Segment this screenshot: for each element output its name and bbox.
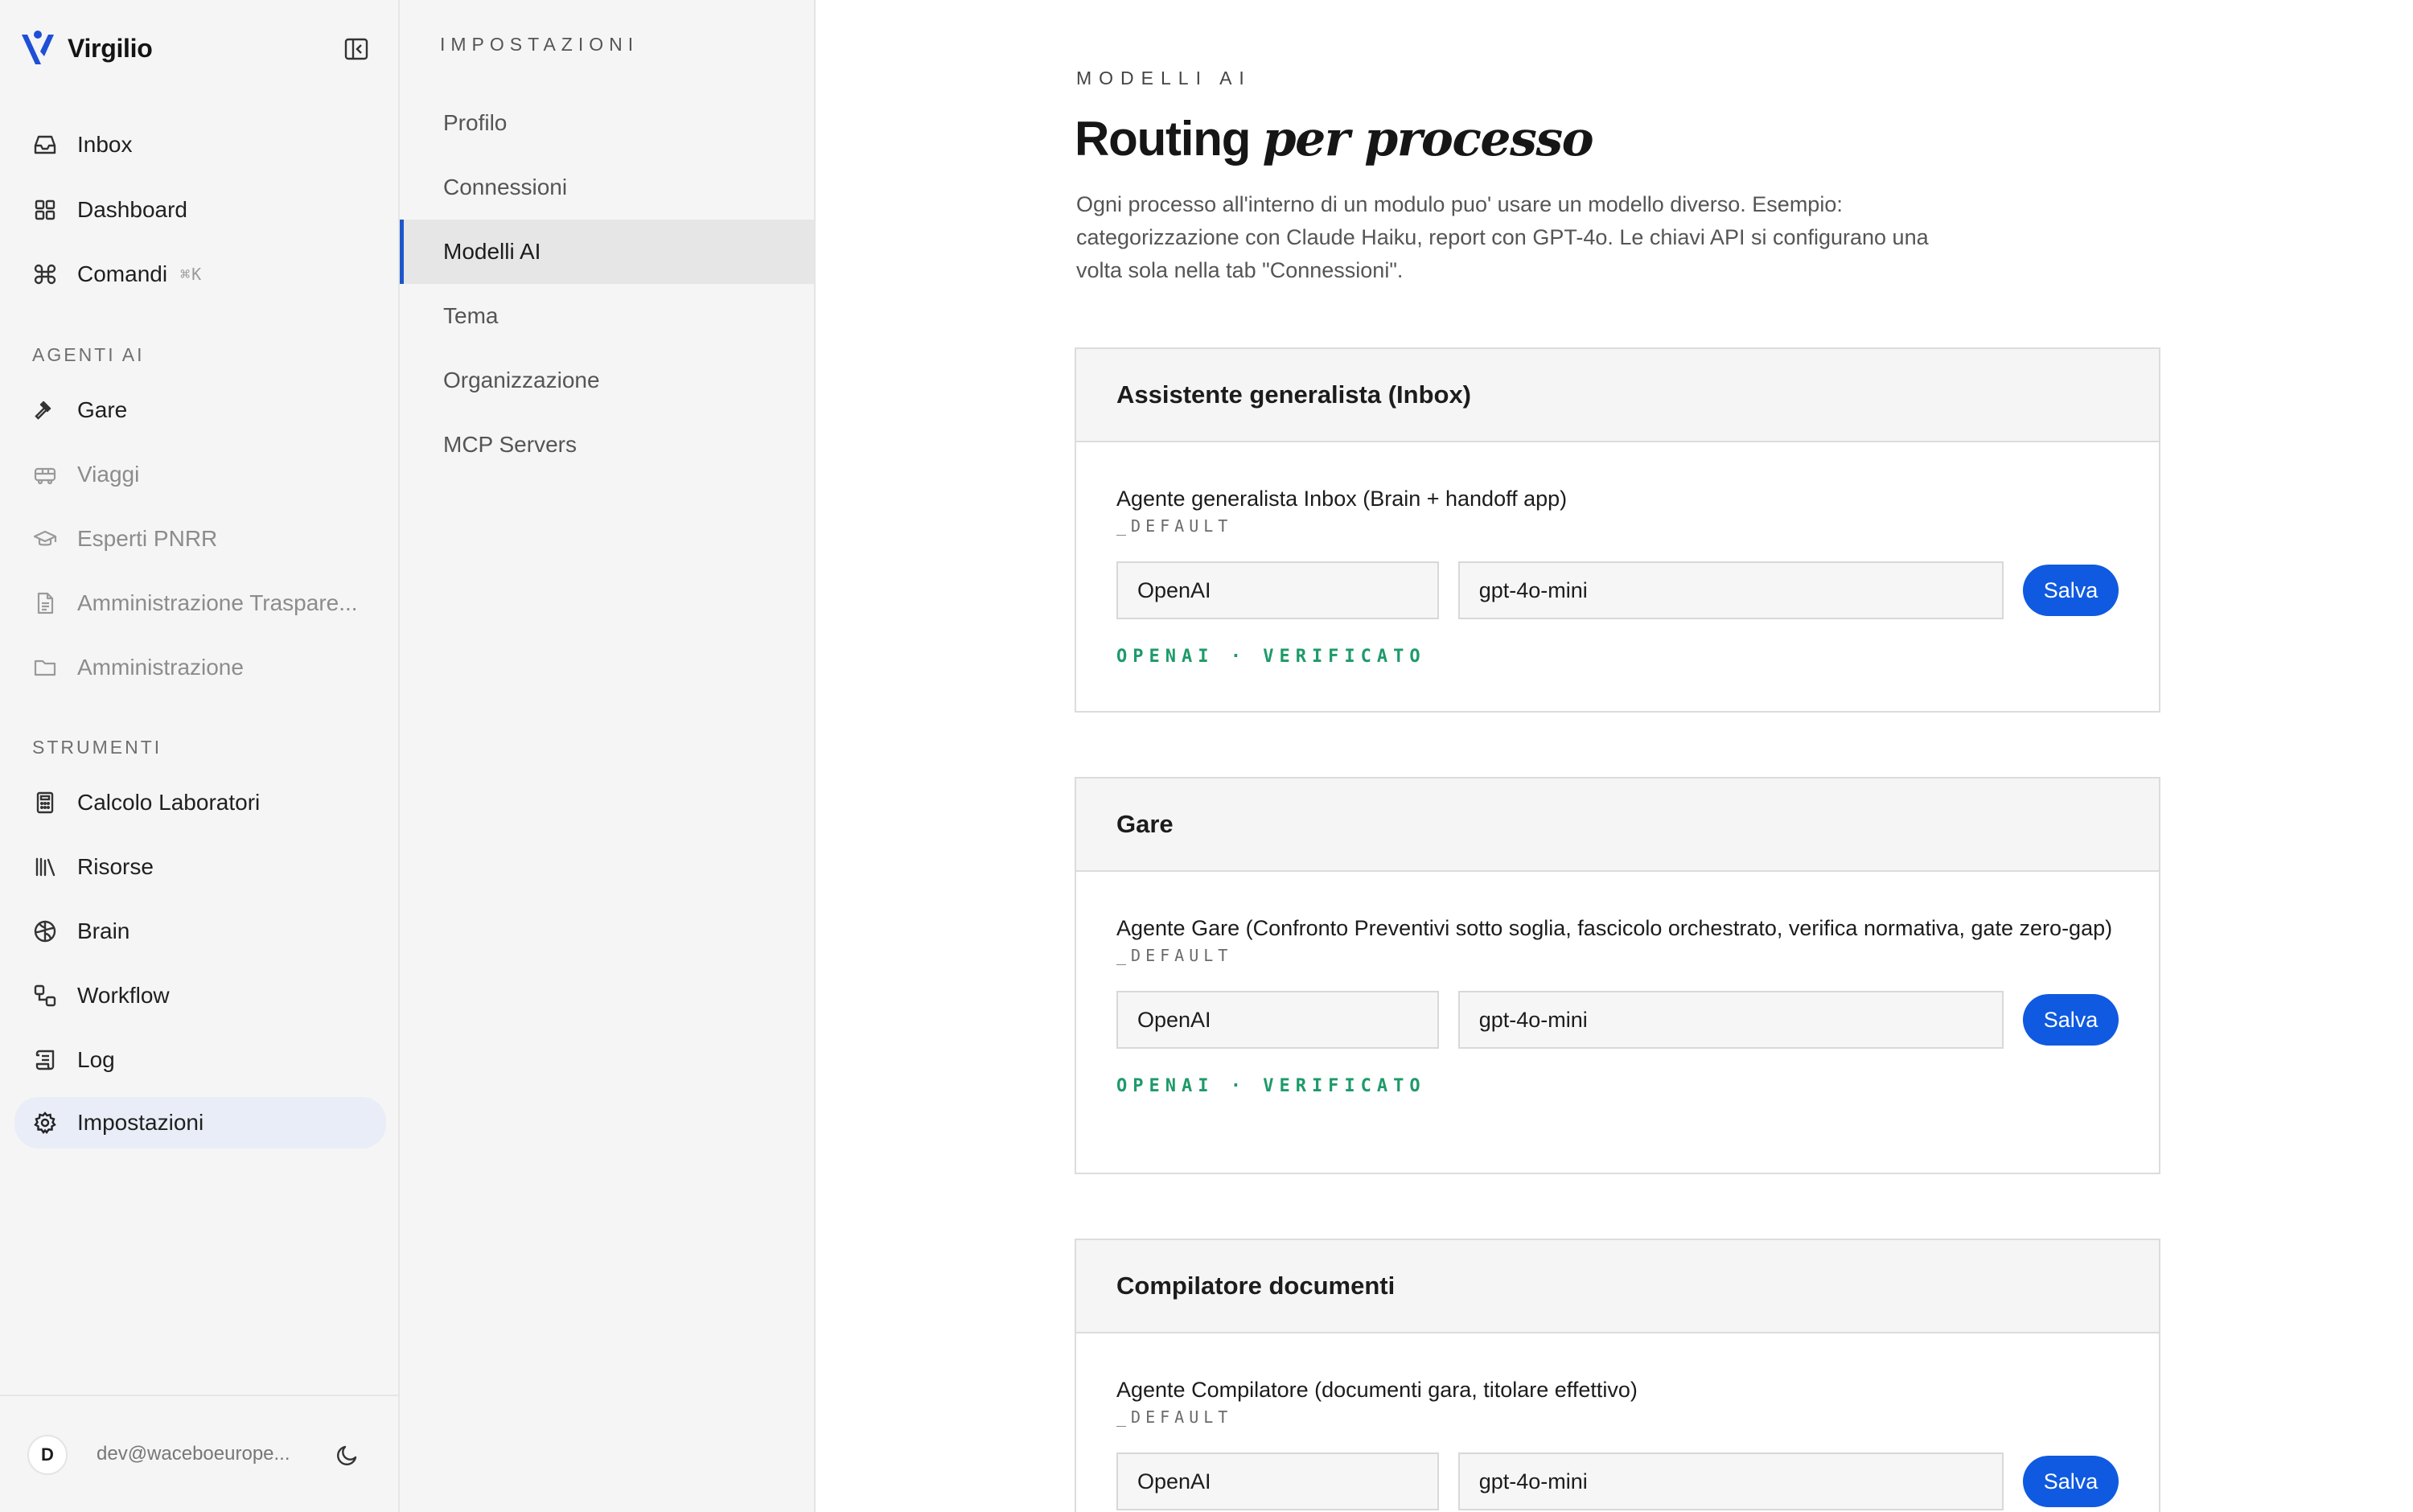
scroll-icon: [32, 1047, 58, 1073]
sidebar-item-label: Amministrazione: [77, 655, 244, 680]
brand[interactable]: Virgilio: [19, 26, 153, 71]
sidebar-item-label: Gare: [77, 397, 128, 422]
agent-key: _DEFAULT: [1116, 946, 1233, 965]
keyboard-shortcut: ⌘K: [180, 265, 203, 284]
section-label-tools: STRUMENTI: [32, 737, 162, 758]
sidebar-item-risorse[interactable]: Risorse: [14, 841, 384, 893]
theme-toggle-button[interactable]: [333, 1440, 362, 1469]
graduation-cap-icon: [32, 526, 58, 552]
provider-select[interactable]: OpenAI: [1116, 991, 1439, 1049]
sidebar-item-inbox[interactable]: Inbox: [14, 119, 384, 171]
sidebar-item-label: Amministrazione Traspare...: [77, 590, 358, 615]
card-title: Assistente generalista (Inbox): [1076, 349, 2159, 442]
avatar[interactable]: D: [27, 1435, 68, 1475]
gear-icon: [32, 1110, 58, 1136]
model-selector-row: OpenAI gpt-4o-mini Salva: [1116, 561, 2119, 619]
bus-icon: [32, 462, 58, 487]
settings-nav-title: IMPOSTAZIONI: [440, 34, 639, 55]
sidebar-item-label: Risorse: [77, 854, 154, 879]
settings-tab-organizzazione[interactable]: Organizzazione: [400, 348, 814, 413]
sidebar-item-label: Viaggi: [77, 462, 140, 487]
sidebar-item-label: Esperti PNRR: [77, 526, 218, 551]
grid-icon: [32, 197, 58, 223]
gavel-icon: [32, 397, 58, 423]
sidebar-item-comandi[interactable]: Comandi ⌘K: [14, 249, 384, 300]
settings-tab-modelli-ai[interactable]: Modelli AI: [400, 220, 814, 284]
page-eyebrow: MODELLI AI: [1076, 68, 1252, 88]
sidebar-item-amministrazione[interactable]: Amministrazione: [14, 642, 384, 693]
page-description: Ogni processo all'interno di un modulo p…: [1076, 192, 1929, 282]
moon-icon: [337, 1445, 357, 1465]
brain-icon: [32, 918, 58, 944]
settings-tab-profilo[interactable]: Profilo: [400, 91, 814, 155]
routing-card-compilatore: Compilatore documenti Agente Compilatore…: [1075, 1239, 2160, 1512]
settings-tab-connessioni[interactable]: Connessioni: [400, 155, 814, 220]
settings-tab-tema[interactable]: Tema: [400, 284, 814, 348]
sidebar-item-gare[interactable]: Gare: [14, 384, 384, 436]
app-name: Virgilio: [68, 33, 153, 63]
verification-status: OPENAI · VERIFICATO: [1116, 647, 1426, 667]
document-icon: [32, 590, 58, 616]
app-sidebar: Virgilio Inbox Dashboard Comandi ⌘K AGEN…: [0, 0, 400, 1512]
calculator-icon: [32, 790, 58, 816]
sidebar-item-viaggi[interactable]: Viaggi: [14, 449, 384, 500]
collapse-sidebar-button[interactable]: [343, 35, 370, 63]
sidebar-item-label: Dashboard: [77, 197, 187, 222]
sidebar-item-dashboard[interactable]: Dashboard: [14, 184, 384, 236]
user-email[interactable]: dev@waceboeurope...: [97, 1443, 304, 1465]
page-title-plain: Routing: [1075, 112, 1251, 166]
model-input[interactable]: gpt-4o-mini: [1457, 1452, 2004, 1510]
sidebar-item-label: Log: [77, 1047, 115, 1072]
sidebar-footer: D dev@waceboeurope...: [0, 1395, 400, 1512]
sidebar-item-amministrazione-trasparente[interactable]: Amministrazione Traspare...: [14, 577, 384, 629]
save-button[interactable]: Salva: [2023, 1456, 2119, 1507]
provider-select[interactable]: OpenAI: [1116, 561, 1439, 619]
sidebar-item-esperti-pnrr[interactable]: Esperti PNRR: [14, 513, 384, 565]
sidebar-item-workflow[interactable]: Workflow: [14, 970, 384, 1021]
model-input[interactable]: gpt-4o-mini: [1457, 561, 2004, 619]
virgilio-logo-icon: [22, 31, 54, 64]
sidebar-item-label: Calcolo Laboratori: [77, 790, 261, 815]
sidebar-item-label: Brain: [77, 918, 130, 943]
sidebar-item-brain[interactable]: Brain: [14, 906, 384, 957]
command-icon: [32, 261, 58, 287]
settings-tab-mcp-servers[interactable]: MCP Servers: [400, 413, 814, 477]
card-title: Compilatore documenti: [1076, 1240, 2159, 1333]
sidebar-collapse-icon: [344, 38, 368, 60]
save-button[interactable]: Salva: [2023, 565, 2119, 616]
folder-icon: [32, 655, 58, 680]
sidebar-item-label: Impostazioni: [77, 1110, 204, 1135]
save-button[interactable]: Salva: [2023, 994, 2119, 1046]
agent-key: _DEFAULT: [1116, 1407, 1233, 1427]
model-selector-row: OpenAI gpt-4o-mini Salva: [1116, 991, 2119, 1049]
page-title-italic: per processo: [1262, 111, 1594, 167]
agent-name: Agente generalista Inbox (Brain + handof…: [1116, 487, 1568, 511]
model-input[interactable]: gpt-4o-mini: [1457, 991, 2004, 1049]
sidebar-item-label: Comandi: [77, 261, 168, 286]
sidebar-item-label: Inbox: [77, 132, 133, 157]
sidebar-item-impostazioni[interactable]: Impostazioni: [14, 1097, 386, 1148]
card-body: Agente generalista Inbox (Brain + handof…: [1076, 442, 2159, 667]
settings-nav: IMPOSTAZIONI Profilo Connessioni Modelli…: [400, 0, 816, 1512]
sidebar-item-label: Workflow: [77, 983, 170, 1008]
card-body: Agente Gare (Confronto Preventivi sotto …: [1076, 872, 2159, 1096]
main-content: MODELLI AI Routing per processo Ogni pro…: [816, 0, 2413, 1512]
routing-card-gare: Gare Agente Gare (Confronto Preventivi s…: [1075, 777, 2160, 1174]
section-label-agents: AGENTI AI: [32, 344, 145, 365]
page-title: Routing per processo: [1075, 111, 1594, 167]
agent-key: _DEFAULT: [1116, 516, 1233, 536]
provider-select[interactable]: OpenAI: [1116, 1452, 1439, 1510]
inbox-icon: [32, 132, 58, 158]
agent-name: Agente Compilatore (documenti gara, tito…: [1116, 1378, 1638, 1402]
sidebar-item-log[interactable]: Log: [14, 1034, 384, 1086]
verification-status: OPENAI · VERIFICATO: [1116, 1076, 1426, 1096]
card-body: Agente Compilatore (documenti gara, tito…: [1076, 1333, 2159, 1510]
workflow-icon: [32, 983, 58, 1009]
library-icon: [32, 854, 58, 880]
agent-name: Agente Gare (Confronto Preventivi sotto …: [1116, 916, 2113, 940]
routing-card-inbox: Assistente generalista (Inbox) Agente ge…: [1075, 347, 2160, 713]
card-title: Gare: [1076, 779, 2159, 872]
model-selector-row: OpenAI gpt-4o-mini Salva: [1116, 1452, 2119, 1510]
sidebar-item-calcolo-laboratori[interactable]: Calcolo Laboratori: [14, 777, 384, 828]
